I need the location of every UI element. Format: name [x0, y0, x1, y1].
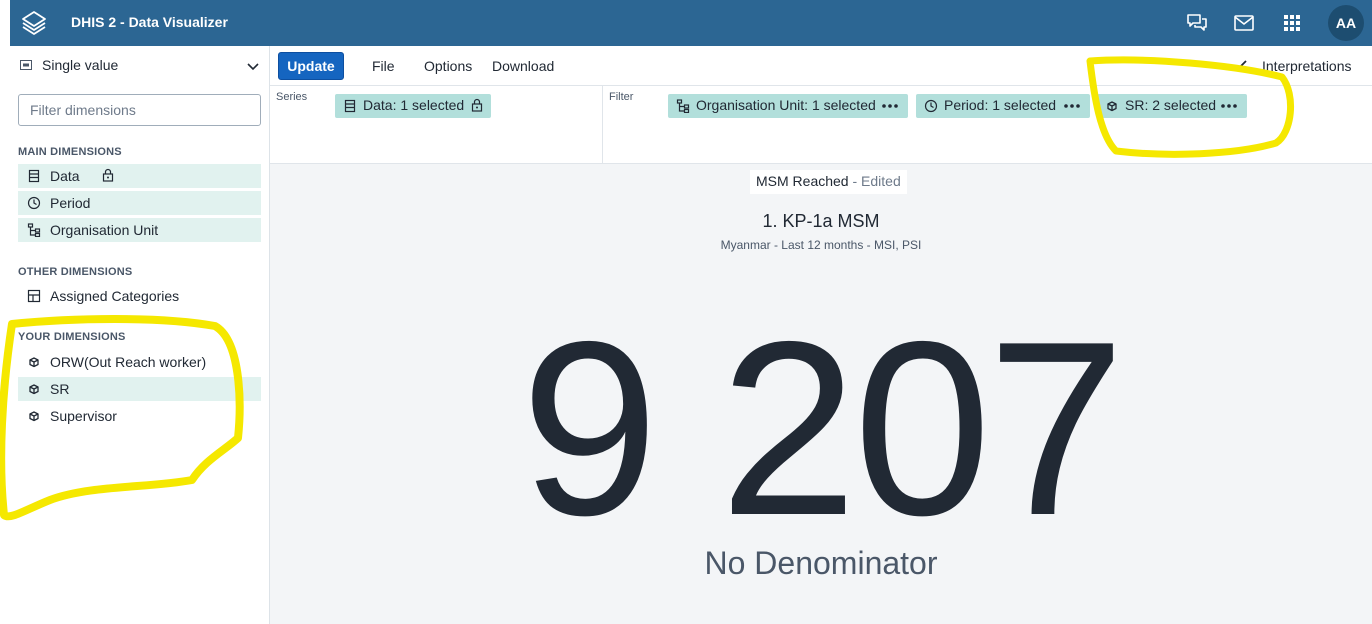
user-avatar[interactable]: AA	[1328, 5, 1364, 41]
visualization-type-label: Single value	[42, 57, 119, 73]
toolbar: Update File Options Download Interpretat…	[270, 46, 1372, 86]
your-dimensions-heading: YOUR DIMENSIONS	[18, 331, 126, 343]
dimension-item-orw[interactable]: ORW(Out Reach worker)	[18, 350, 261, 374]
series-axis-label: Series	[276, 91, 308, 103]
chip-label: Organisation Unit: 1 selected	[696, 97, 876, 113]
dimension-label: Period	[50, 195, 91, 211]
more-options-icon[interactable]	[1221, 104, 1237, 108]
interpretations-chat-icon[interactable]	[1186, 12, 1208, 34]
dimension-item-sr[interactable]: SR	[18, 377, 261, 401]
lock-icon	[102, 168, 114, 182]
chip-label: SR: 2 selected	[1125, 97, 1217, 113]
more-options-icon[interactable]	[1064, 104, 1080, 108]
cube-icon	[29, 411, 39, 422]
data-icon	[344, 99, 356, 113]
dimensions-panel: Single value MAIN DIMENSIONS Data Period	[10, 46, 270, 624]
chevron-left-icon	[1239, 60, 1247, 72]
cube-icon	[29, 384, 39, 395]
interpretations-label: Interpretations	[1262, 58, 1352, 74]
single-value-subtext: No Denominator	[704, 545, 938, 581]
file-menu[interactable]: File	[372, 58, 395, 74]
org-tree-icon	[676, 99, 690, 113]
dimension-item-supervisor[interactable]: Supervisor	[18, 404, 261, 428]
apps-grid-icon[interactable]	[1281, 12, 1303, 34]
table-icon	[27, 289, 41, 303]
clock-icon	[27, 196, 41, 210]
dimension-label: Assigned Categories	[50, 288, 180, 304]
chip-data[interactable]: Data: 1 selected	[335, 94, 491, 118]
more-options-icon[interactable]	[882, 104, 898, 108]
axis-divider	[602, 86, 603, 164]
dhis2-logo-icon[interactable]	[20, 9, 48, 37]
chevron-down-icon	[247, 63, 259, 71]
visualization-title: 1. KP-1a MSM	[762, 211, 880, 231]
chip-sr[interactable]: SR: 2 selected	[1097, 94, 1247, 118]
chip-label: Data: 1 selected	[363, 97, 465, 113]
visualization-canvas: MSM Reached - Edited 1. KP-1a MSM Myanma…	[270, 164, 1372, 624]
filter-axis-label: Filter	[609, 91, 634, 103]
dimension-item-organisation-unit[interactable]: Organisation Unit	[18, 218, 261, 242]
visualization-name: MSM Reached - Edited	[750, 170, 907, 194]
mail-icon[interactable]	[1233, 12, 1255, 34]
single-value-number: 9 207	[520, 289, 1126, 567]
cube-icon	[29, 357, 39, 368]
chip-organisation-unit[interactable]: Organisation Unit: 1 selected	[668, 94, 908, 118]
lock-icon	[471, 98, 483, 112]
update-button[interactable]: Update	[278, 52, 344, 80]
layout-area: Series Data: 1 selected Filter Organisat…	[270, 86, 1372, 164]
dimension-label: Organisation Unit	[50, 222, 159, 238]
org-tree-icon	[27, 223, 41, 237]
single-value-icon	[20, 60, 32, 70]
dimension-label: Data	[50, 168, 80, 184]
dimension-label: SR	[50, 381, 70, 397]
dimension-item-data[interactable]: Data	[18, 164, 261, 188]
main-dimensions-heading: MAIN DIMENSIONS	[18, 146, 122, 158]
other-dimensions-heading: OTHER DIMENSIONS	[18, 266, 133, 278]
dimension-item-period[interactable]: Period	[18, 191, 261, 215]
download-menu[interactable]: Download	[492, 58, 554, 74]
window-edge	[0, 0, 10, 624]
header-bar: DHIS 2 - Data Visualizer AA	[10, 0, 1372, 46]
app-title: DHIS 2 - Data Visualizer	[71, 14, 228, 30]
app-root: DHIS 2 - Data Visualizer AA Single value…	[0, 0, 1372, 624]
edited-indicator: - Edited	[852, 173, 901, 189]
dimension-label: Supervisor	[50, 408, 117, 424]
data-icon	[28, 169, 40, 183]
chip-period[interactable]: Period: 1 selected	[916, 94, 1090, 118]
visualization-subtitle: Myanmar - Last 12 months - MSI, PSI	[720, 238, 922, 252]
dimension-item-assigned-categories[interactable]: Assigned Categories	[18, 284, 261, 308]
cube-icon	[1107, 101, 1117, 112]
dimension-label: ORW(Out Reach worker)	[50, 354, 207, 370]
chip-label: Period: 1 selected	[944, 97, 1057, 113]
clock-icon	[924, 99, 938, 113]
options-menu[interactable]: Options	[424, 58, 472, 74]
filter-dimensions-input[interactable]	[18, 94, 261, 126]
visualization-name-text: MSM Reached	[756, 173, 849, 189]
visualization-type-selector[interactable]: Single value	[10, 46, 269, 86]
